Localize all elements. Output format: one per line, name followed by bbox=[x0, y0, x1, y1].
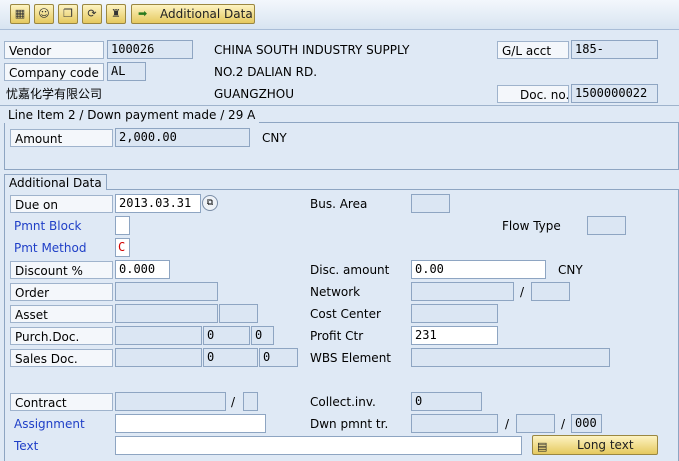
dwn-pmnt-label: Dwn pmnt tr. bbox=[310, 417, 389, 431]
sales-doc-item-field[interactable]: 0 bbox=[203, 348, 258, 367]
network-slash: / bbox=[520, 285, 525, 299]
contract-type-field[interactable] bbox=[243, 392, 258, 411]
vendor-city: GUANGZHOU bbox=[214, 87, 295, 101]
line-item-title: Line Item 2 / Down payment made / 29 A bbox=[4, 107, 260, 123]
disc-amount-label: Disc. amount bbox=[310, 263, 390, 277]
purch-doc-field[interactable] bbox=[115, 326, 202, 345]
additional-data-button-label: Additional Data bbox=[160, 7, 253, 21]
dwn-pmnt-year-field[interactable] bbox=[516, 414, 555, 433]
flow-type-field[interactable] bbox=[587, 216, 626, 235]
company-code-field[interactable]: AL bbox=[107, 62, 146, 81]
dwn-pmnt-item-field[interactable]: 000 bbox=[571, 414, 602, 433]
vendor-address: NO.2 DALIAN RD. bbox=[214, 65, 318, 79]
purch-doc-label: Purch.Doc. bbox=[10, 327, 113, 345]
text-field[interactable] bbox=[115, 436, 522, 455]
pmt-method-label[interactable]: Pmt Method bbox=[14, 239, 86, 257]
company-name: 忧嘉化学有限公司 bbox=[6, 87, 103, 101]
text-label[interactable]: Text bbox=[14, 437, 38, 455]
disc-amount-field[interactable]: 0.00 bbox=[411, 260, 546, 279]
person-icon[interactable]: ☺ bbox=[34, 4, 54, 24]
dwn-pmnt-slash-1: / bbox=[505, 417, 510, 431]
wbs-element-label: WBS Element bbox=[310, 351, 391, 365]
order-field[interactable] bbox=[115, 282, 218, 301]
document-icon[interactable]: ▦ bbox=[10, 4, 30, 24]
profit-ctr-field[interactable]: 231 bbox=[411, 326, 498, 345]
sales-doc-label: Sales Doc. bbox=[10, 349, 113, 367]
stamp-icon[interactable]: ♜ bbox=[106, 4, 126, 24]
network-field[interactable] bbox=[411, 282, 514, 301]
cost-center-label: Cost Center bbox=[310, 307, 381, 321]
cost-center-field[interactable] bbox=[411, 304, 498, 323]
profit-ctr-label: Profit Ctr bbox=[310, 329, 364, 343]
purch-doc-sub-field[interactable]: 0 bbox=[251, 326, 274, 345]
dwn-pmnt-doc-field[interactable] bbox=[411, 414, 498, 433]
vendor-field[interactable]: 100026 bbox=[107, 40, 193, 59]
contract-slash: / bbox=[231, 395, 236, 409]
amount-currency: CNY bbox=[262, 131, 287, 145]
company-code-label: Company code bbox=[4, 63, 104, 81]
order-label: Order bbox=[10, 283, 113, 301]
calendar-help-icon[interactable]: ⧉ bbox=[202, 195, 218, 211]
long-text-button[interactable]: ▤ Long text bbox=[532, 435, 658, 455]
bus-area-label: Bus. Area bbox=[310, 197, 368, 211]
long-text-icon: ▤ bbox=[537, 440, 548, 453]
contract-label: Contract bbox=[10, 393, 113, 411]
dwn-pmnt-slash-2: / bbox=[561, 417, 566, 431]
network-label: Network bbox=[310, 285, 361, 299]
vendor-label: Vendor bbox=[4, 41, 104, 59]
asset-label: Asset bbox=[10, 305, 113, 323]
asset-subnumber-field[interactable] bbox=[219, 304, 258, 323]
doc-no-label: Doc. no. bbox=[497, 85, 569, 103]
vendor-name: CHINA SOUTH INDUSTRY SUPPLY bbox=[214, 43, 410, 57]
additional-data-title: Additional Data bbox=[4, 174, 107, 190]
discount-percent-field[interactable]: 0.000 bbox=[115, 260, 170, 279]
gl-acct-field[interactable]: 185- bbox=[571, 40, 658, 59]
pmt-method-field[interactable]: C bbox=[115, 238, 130, 257]
network-activity-field[interactable] bbox=[531, 282, 570, 301]
pmnt-block-label[interactable]: Pmnt Block bbox=[14, 217, 82, 235]
application-toolbar: ▦ ☺ ❐ ⟳ ♜ ➡ Additional Data bbox=[0, 0, 679, 30]
due-on-label: Due on bbox=[10, 195, 113, 213]
copy-icon[interactable]: ❐ bbox=[58, 4, 78, 24]
contract-field[interactable] bbox=[115, 392, 226, 411]
gl-acct-label: G/L acct bbox=[497, 41, 569, 59]
collect-inv-field[interactable]: 0 bbox=[411, 392, 482, 411]
long-text-button-label: Long text bbox=[577, 438, 634, 452]
arrow-right-icon: ➡ bbox=[138, 7, 148, 20]
doc-no-field[interactable]: 1500000022 bbox=[571, 84, 658, 103]
sales-doc-sub-field[interactable]: 0 bbox=[259, 348, 298, 367]
wbs-element-field[interactable] bbox=[411, 348, 610, 367]
header-separator bbox=[0, 105, 679, 106]
collect-inv-label: Collect.inv. bbox=[310, 395, 376, 409]
asset-field[interactable] bbox=[115, 304, 218, 323]
sales-doc-field[interactable] bbox=[115, 348, 202, 367]
due-on-field[interactable]: 2013.03.31 bbox=[115, 194, 201, 213]
additional-data-button[interactable]: ➡ Additional Data bbox=[131, 4, 255, 24]
assignment-label[interactable]: Assignment bbox=[14, 415, 85, 433]
disc-amount-currency: CNY bbox=[558, 263, 583, 277]
amount-label: Amount bbox=[10, 129, 113, 147]
amount-field[interactable]: 2,000.00 bbox=[115, 128, 250, 147]
assignment-field[interactable] bbox=[115, 414, 266, 433]
purch-doc-item-field[interactable]: 0 bbox=[203, 326, 250, 345]
bus-area-field[interactable] bbox=[411, 194, 450, 213]
pmnt-block-field[interactable] bbox=[115, 216, 130, 235]
refresh-icon[interactable]: ⟳ bbox=[82, 4, 102, 24]
discount-percent-label: Discount % bbox=[10, 261, 113, 279]
flow-type-label: Flow Type bbox=[502, 219, 561, 233]
